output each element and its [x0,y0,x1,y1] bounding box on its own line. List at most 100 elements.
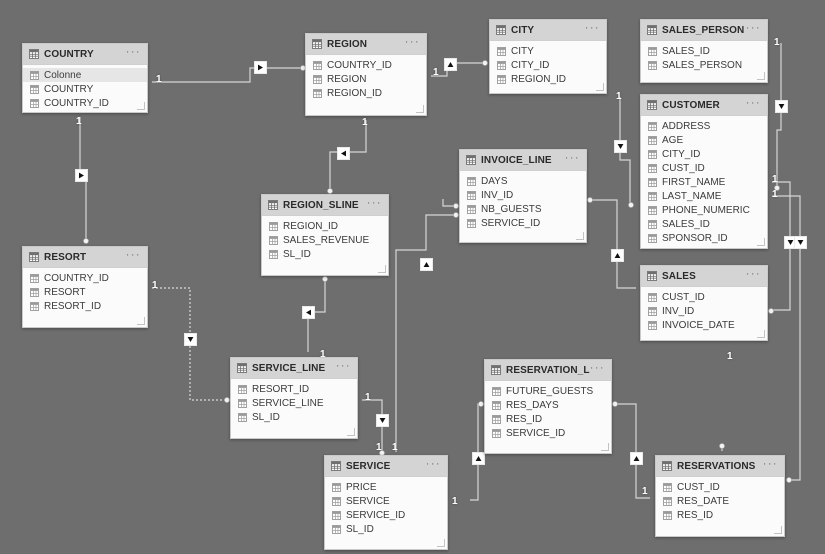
table-header[interactable]: CUSTOMER ··· [641,95,767,116]
resize-handle[interactable] [757,238,765,246]
table-field[interactable]: RES_ID [656,508,784,522]
relationship-line-invoiceline-sales[interactable] [591,199,636,289]
table-more-options-icon[interactable]: ··· [763,459,778,472]
table-field[interactable]: RES_ID [485,412,611,426]
resize-handle[interactable] [416,105,424,113]
table-field[interactable]: REGION_ID [262,219,388,233]
cross-filter-arrow-down-icon[interactable] [794,236,807,249]
table-field[interactable]: Colonne [23,68,147,82]
table-field[interactable]: REGION_ID [306,86,426,100]
relationship-line-service-invoiceline[interactable] [395,214,455,452]
table-header[interactable]: REGION_SLINE ··· [262,195,388,216]
table-field[interactable]: INV_ID [641,304,767,318]
table-field[interactable]: SPONSOR_ID [641,231,767,245]
relationship-line-country-region[interactable] [152,67,300,83]
resize-handle[interactable] [437,539,445,547]
cross-filter-arrow-right-icon[interactable] [75,169,88,182]
resize-handle[interactable] [378,265,386,273]
table-more-options-icon[interactable]: ··· [565,153,580,166]
table-field[interactable]: CITY_ID [641,147,767,161]
table-header[interactable]: RESERVATIONS ··· [656,456,784,477]
table-header[interactable]: COUNTRY ··· [23,44,147,65]
table-header[interactable]: SERVICE ··· [325,456,447,477]
table-field[interactable]: FIRST_NAME [641,175,767,189]
table-field[interactable]: CITY_ID [490,58,606,72]
table-card-service[interactable]: SERVICE ··· PRICE SERVICE SERVICE_ID SL_ID [324,455,448,550]
table-field[interactable]: SERVICE_ID [460,216,586,230]
resize-handle[interactable] [576,232,584,240]
table-field[interactable]: INVOICE_DATE [641,318,767,332]
table-card-sales_person[interactable]: SALES_PERSON ··· SALES_ID SALES_PERSON [640,19,768,83]
table-field[interactable]: SL_ID [231,410,357,424]
table-field[interactable]: RESORT_ID [23,299,147,313]
table-more-options-icon[interactable]: ··· [590,363,605,376]
table-more-options-icon[interactable]: ··· [336,361,351,374]
table-field[interactable]: ADDRESS [641,119,767,133]
model-diagram-canvas[interactable]: 1111111111111111 COUNTRY ··· Colonne COUNTR… [0,0,825,554]
table-card-customer[interactable]: CUSTOMER ··· ADDRESS AGE CITY_ID CUST_ID FIRST… [640,94,768,249]
table-header[interactable]: RESORT ··· [23,247,147,268]
table-more-options-icon[interactable]: ··· [585,23,600,36]
table-field[interactable]: SERVICE_LINE [231,396,357,410]
table-field[interactable]: SALES_PERSON [641,58,767,72]
table-more-options-icon[interactable]: ··· [746,98,761,111]
table-field[interactable]: SERVICE_ID [485,426,611,440]
table-field[interactable]: RES_DAYS [485,398,611,412]
table-card-invoice_line[interactable]: INVOICE_LINE ··· DAYS INV_ID NB_GUESTS SERVIC… [459,149,587,243]
table-field[interactable]: SALES_REVENUE [262,233,388,247]
table-field[interactable]: LAST_NAME [641,189,767,203]
resize-handle[interactable] [347,428,355,436]
cross-filter-arrow-down-icon[interactable] [614,140,627,153]
table-header[interactable]: INVOICE_LINE ··· [460,150,586,171]
table-more-options-icon[interactable]: ··· [367,198,382,211]
table-field[interactable]: PHONE_NUMERIC [641,203,767,217]
table-card-service_line[interactable]: SERVICE_LINE ··· RESORT_ID SERVICE_LINE SL_I… [230,357,358,439]
table-header[interactable]: SALES_PERSON ··· [641,20,767,41]
table-card-country[interactable]: COUNTRY ··· Colonne COUNTRY COUNTRY_ID [22,43,148,113]
table-field[interactable]: COUNTRY [23,82,147,96]
cross-filter-arrow-down-icon[interactable] [376,414,389,427]
table-field[interactable]: COUNTRY_ID [23,96,147,110]
table-field[interactable]: PRICE [325,480,447,494]
table-field[interactable]: INV_ID [460,188,586,202]
table-header[interactable]: SALES ··· [641,266,767,287]
relationship-line-salesperson-customer[interactable] [776,43,782,186]
table-card-city[interactable]: CITY ··· CITY CITY_ID REGION_ID [489,19,607,94]
resize-handle[interactable] [137,102,145,110]
table-field[interactable]: REGION [306,72,426,86]
cross-filter-arrow-right-icon[interactable] [254,61,267,74]
resize-handle[interactable] [774,526,782,534]
cross-filter-arrow-left-icon[interactable] [337,147,350,160]
table-more-options-icon[interactable]: ··· [126,47,141,60]
table-field[interactable]: CUST_ID [656,480,784,494]
relationship-line-reservationline-reservations[interactable] [616,403,650,499]
table-more-options-icon[interactable]: ··· [126,250,141,263]
table-field[interactable]: CITY [490,44,606,58]
cross-filter-arrow-down-icon[interactable] [184,333,197,346]
table-field[interactable]: CUST_ID [641,290,767,304]
table-card-region_sline[interactable]: REGION_SLINE ··· REGION_ID SALES_REVENUE SL_… [261,194,389,276]
cross-filter-arrow-up-icon[interactable] [630,452,643,465]
resize-handle[interactable] [757,330,765,338]
table-field[interactable]: REGION_ID [490,72,606,86]
table-field[interactable]: SL_ID [325,522,447,536]
table-field[interactable]: DAYS [460,174,586,188]
table-field[interactable]: RESORT_ID [231,382,357,396]
table-field[interactable]: AGE [641,133,767,147]
table-field[interactable]: RESORT [23,285,147,299]
table-field[interactable]: CUST_ID [641,161,767,175]
table-header[interactable]: REGION ··· [306,34,426,55]
table-field[interactable]: SALES_ID [641,44,767,58]
table-header[interactable]: CITY ··· [490,20,606,41]
table-field[interactable]: RES_DATE [656,494,784,508]
table-card-reservations[interactable]: RESERVATIONS ··· CUST_ID RES_DATE RES_ID [655,455,785,537]
table-field[interactable]: SALES_ID [641,217,767,231]
table-field[interactable]: COUNTRY_ID [23,271,147,285]
table-card-reservation_line[interactable]: RESERVATION_LINE··· FUTURE_GUESTS RES_DAYS… [484,359,612,454]
table-header[interactable]: RESERVATION_LINE··· [485,360,611,381]
table-header[interactable]: SERVICE_LINE ··· [231,358,357,379]
table-field[interactable]: COUNTRY_ID [306,58,426,72]
table-field[interactable]: SL_ID [262,247,388,261]
resize-handle[interactable] [601,443,609,451]
table-more-options-icon[interactable]: ··· [746,269,761,282]
